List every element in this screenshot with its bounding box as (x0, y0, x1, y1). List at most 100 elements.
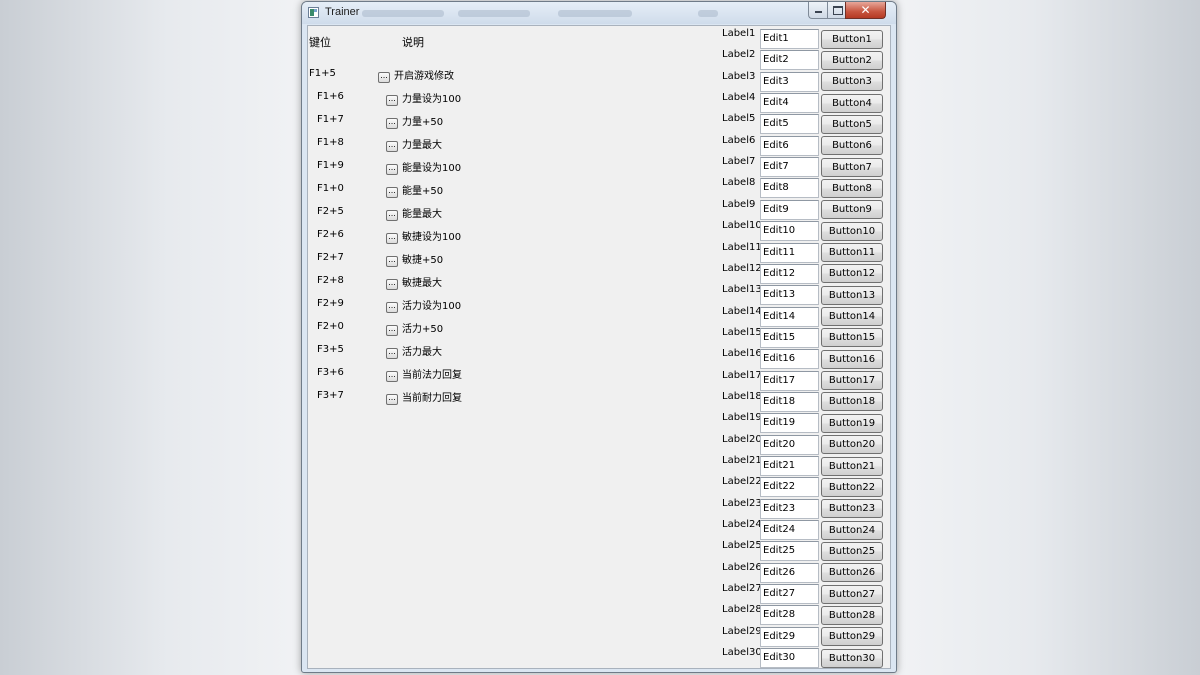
control-edit-field[interactable]: Edit29 (760, 626, 819, 647)
control-edit-field[interactable]: Edit14 (760, 306, 819, 327)
hotkey-toggle-button[interactable]: ... (386, 164, 398, 175)
control-edit-field[interactable]: Edit25 (760, 541, 819, 562)
control-button[interactable]: Button5 (821, 114, 883, 134)
control-edit-field[interactable]: Edit7 (760, 157, 819, 178)
control-edit-field[interactable]: Edit19 (760, 413, 819, 434)
control-edit-field[interactable]: Edit17 (760, 370, 819, 391)
hotkey-description: 敏捷+50 (402, 255, 444, 266)
control-edit-field[interactable]: Edit26 (760, 562, 819, 583)
control-edit-field[interactable]: Edit27 (760, 584, 819, 605)
control-button[interactable]: Button25 (821, 541, 883, 561)
control-edit-field[interactable]: Edit10 (760, 221, 819, 242)
control-edit-field[interactable]: Edit30 (760, 648, 819, 669)
header-description: 说明 (402, 36, 424, 49)
control-label: Label12 (722, 262, 762, 274)
control-label: Label14 (722, 305, 762, 317)
control-button[interactable]: Button19 (821, 413, 883, 433)
hotkey-toggle-button[interactable]: ... (386, 95, 398, 106)
control-button[interactable]: Button28 (821, 605, 883, 625)
control-button[interactable]: Button11 (821, 243, 883, 262)
hotkey-toggle-button[interactable]: ... (386, 141, 398, 152)
hotkey-toggle-button[interactable]: ... (386, 348, 398, 359)
trainer-window: Trainer ✕ 键位 说明 F1+5... 开启游戏修改 F1+6... 力量设为… (301, 1, 897, 673)
control-label: Label30 (722, 647, 762, 659)
control-button[interactable]: Button21 (821, 456, 883, 476)
control-edit-field[interactable]: Edit24 (760, 520, 819, 541)
control-edit-field[interactable]: Edit28 (760, 605, 819, 626)
hotkey-key: F1+0 (317, 183, 344, 194)
control-button[interactable]: Button3 (821, 72, 883, 92)
control-button[interactable]: Button9 (821, 200, 883, 220)
control-label: Label6 (722, 134, 756, 146)
control-edit-field[interactable]: Edit15 (760, 327, 819, 348)
hotkey-toggle-button[interactable]: ... (386, 187, 398, 198)
control-edit-field[interactable]: Edit1 (760, 29, 819, 49)
control-button[interactable]: Button2 (821, 50, 883, 70)
control-label: Label2 (722, 49, 756, 61)
title-bar[interactable]: Trainer ✕ (302, 2, 896, 24)
hotkey-toggle-button[interactable]: ... (386, 256, 398, 267)
control-button[interactable]: Button20 (821, 435, 883, 455)
control-label: Label22 (722, 476, 762, 488)
control-button[interactable]: Button7 (821, 157, 883, 177)
control-label: Label13 (722, 284, 762, 296)
control-label: Label29 (722, 625, 762, 637)
control-button[interactable]: Button10 (821, 221, 883, 241)
control-button[interactable]: Button27 (821, 584, 883, 604)
minimize-icon[interactable] (808, 2, 827, 19)
control-edit-field[interactable]: Edit9 (760, 199, 819, 220)
control-edit-field[interactable]: Edit2 (760, 50, 819, 71)
control-edit-field[interactable]: Edit3 (760, 71, 819, 92)
control-button[interactable]: Button8 (821, 178, 883, 198)
control-button[interactable]: Button6 (821, 136, 883, 156)
control-edit-field[interactable]: Edit8 (760, 178, 819, 199)
hotkey-toggle-button[interactable]: ... (386, 302, 398, 313)
control-edit-field[interactable]: Edit11 (760, 242, 819, 263)
control-edit-field[interactable]: Edit6 (760, 135, 819, 156)
control-button[interactable]: Button4 (821, 93, 883, 113)
control-button[interactable]: Button16 (821, 349, 883, 369)
control-label: Label20 (722, 433, 762, 445)
client-area: 键位 说明 F1+5... 开启游戏修改 F1+6... 力量设为100 F1+7...… (307, 25, 891, 669)
hotkey-toggle-button[interactable]: ... (386, 279, 398, 290)
hotkey-toggle-button[interactable]: ... (378, 72, 390, 83)
control-button[interactable]: Button17 (821, 371, 883, 391)
hotkey-toggle-button[interactable]: ... (386, 210, 398, 221)
control-button[interactable]: Button13 (821, 285, 883, 305)
control-edit-field[interactable]: Edit13 (760, 285, 819, 306)
control-button[interactable]: Button18 (821, 392, 883, 412)
blurred-title-text (458, 10, 530, 17)
control-button[interactable]: Button26 (821, 563, 883, 583)
close-icon[interactable]: ✕ (845, 2, 886, 19)
hotkey-toggle-button[interactable]: ... (386, 233, 398, 244)
control-button[interactable]: Button1 (821, 29, 883, 49)
control-edit-field[interactable]: Edit23 (760, 498, 819, 519)
control-edit-field[interactable]: Edit12 (760, 263, 819, 284)
control-edit-field[interactable]: Edit5 (760, 114, 819, 135)
control-edit-field[interactable]: Edit18 (760, 391, 819, 412)
app-icon (308, 7, 319, 18)
hotkey-toggle-button[interactable]: ... (386, 118, 398, 129)
control-edit-field[interactable]: Edit4 (760, 93, 819, 114)
hotkey-toggle-button[interactable]: ... (386, 325, 398, 336)
control-button[interactable]: Button22 (821, 477, 883, 497)
control-edit-field[interactable]: Edit22 (760, 477, 819, 498)
control-edit-field[interactable]: Edit16 (760, 349, 819, 370)
hotkey-toggle-button[interactable]: ... (386, 371, 398, 382)
control-edit-field[interactable]: Edit20 (760, 434, 819, 455)
maximize-icon[interactable] (827, 2, 845, 19)
control-button[interactable]: Button23 (821, 499, 883, 519)
control-button[interactable]: Button14 (821, 307, 883, 327)
control-button[interactable]: Button29 (821, 627, 883, 647)
control-edit-field[interactable]: Edit21 (760, 456, 819, 476)
control-button[interactable]: Button30 (821, 648, 883, 668)
control-button[interactable]: Button12 (821, 264, 883, 284)
control-button[interactable]: Button15 (821, 328, 883, 348)
control-label: Label24 (722, 519, 762, 531)
control-label: Label1 (722, 28, 756, 39)
header-key: 键位 (309, 36, 331, 49)
hotkey-key: F3+6 (317, 367, 344, 378)
control-button[interactable]: Button24 (821, 520, 883, 540)
control-label: Label26 (722, 561, 762, 573)
hotkey-toggle-button[interactable]: ... (386, 394, 398, 405)
